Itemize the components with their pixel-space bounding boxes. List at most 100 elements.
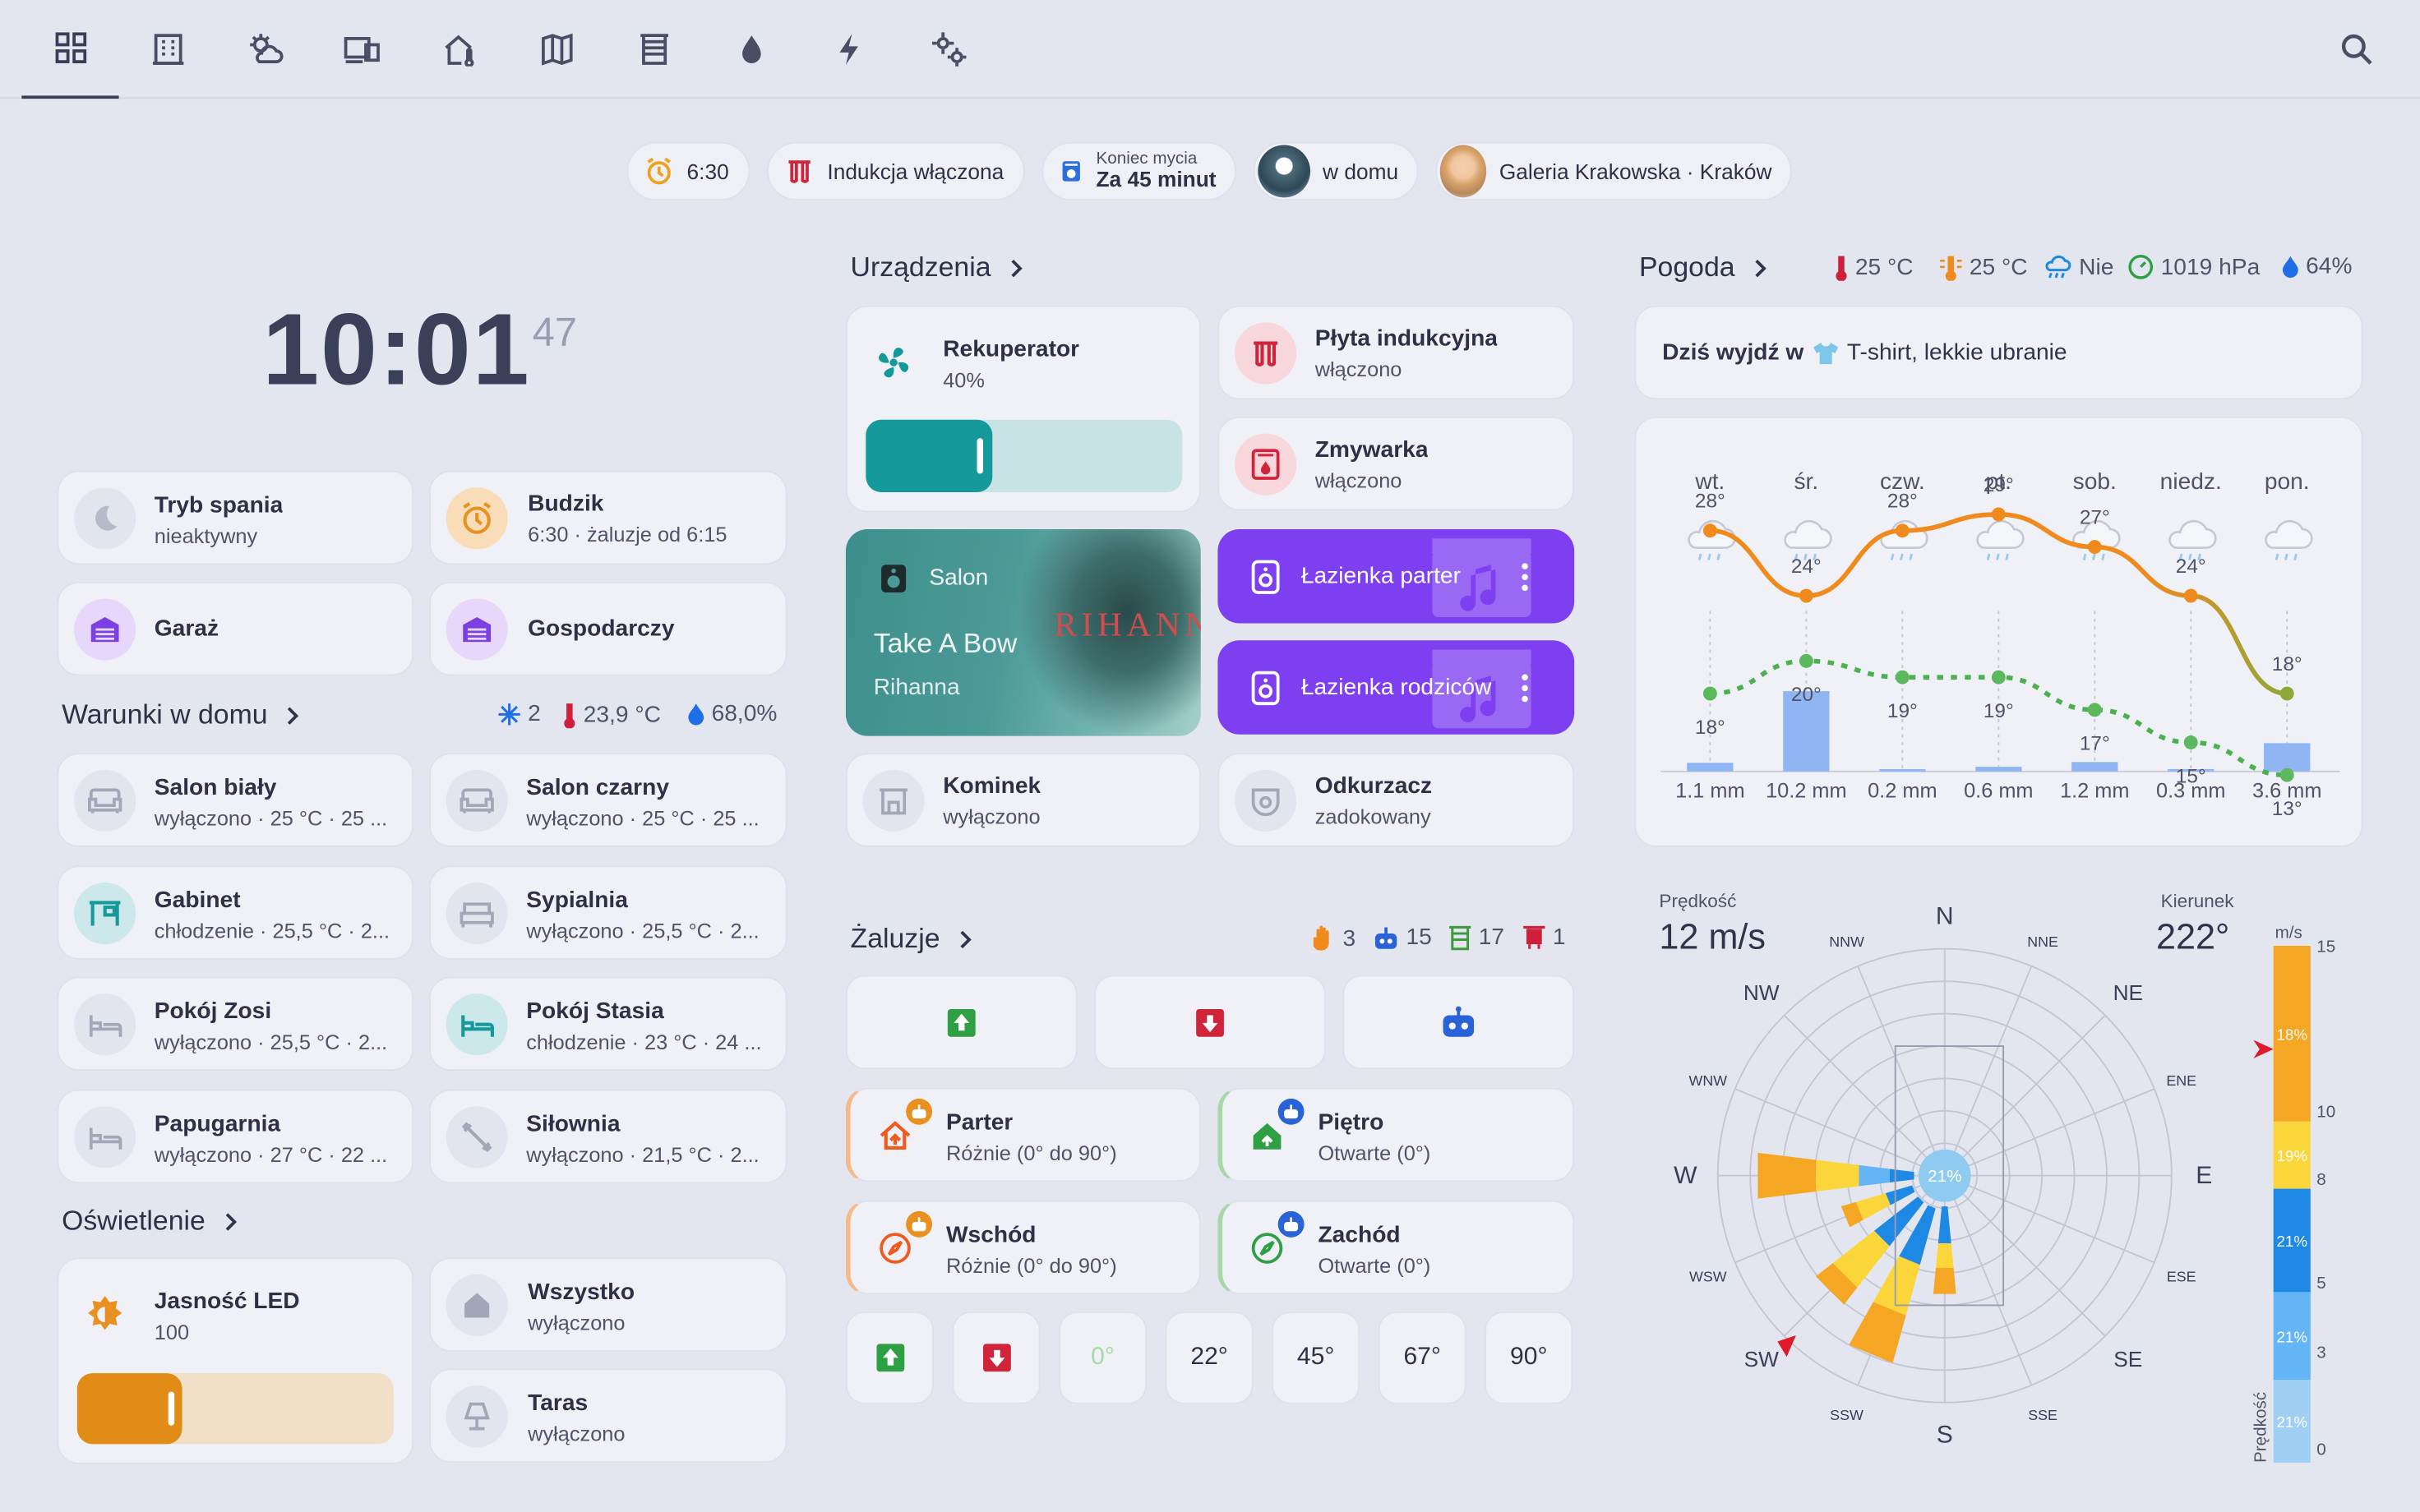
induction-status: włączono <box>1314 357 1402 381</box>
media-track: Take A Bow <box>873 628 1018 659</box>
wash-chip-value: Za 45 minut <box>1096 167 1217 192</box>
utility-room-tile[interactable]: Gospodarczy <box>428 581 787 676</box>
lighting-title: Oświetlenie <box>62 1205 206 1236</box>
blind-group-tile[interactable]: Parter Różnie (0° do 90°) <box>845 1087 1201 1182</box>
snowflake-icon <box>498 703 520 725</box>
led-value: 100 <box>154 1321 190 1344</box>
settings-tab[interactable] <box>900 0 997 99</box>
induction-tile[interactable]: Płyta indukcyjna włączono <box>1217 305 1575 400</box>
alarm-chip[interactable]: 6:30 <box>626 141 750 201</box>
blinds-auto-button[interactable] <box>1342 975 1575 1070</box>
sleep-mode-title: Tryb spania <box>154 491 284 519</box>
vacuum-tile[interactable]: Odkurzacz zadokowany <box>1217 753 1575 847</box>
blinds-tab[interactable] <box>605 0 702 99</box>
blind-group-tile[interactable]: Zachód Otwarte (0°) <box>1217 1199 1575 1294</box>
search-button[interactable] <box>2307 0 2404 99</box>
sleep-mode-tile[interactable]: Tryb spania nieaktywny <box>57 470 414 565</box>
speed-scale-percent: 19% <box>2276 1147 2307 1164</box>
blinds-up-all-button[interactable] <box>845 975 1078 1070</box>
blinds-down-all-button[interactable] <box>1094 975 1326 1070</box>
map-tab[interactable] <box>508 0 605 99</box>
led-brightness-slider[interactable] <box>76 1373 394 1445</box>
blind-angle-button[interactable]: 0° <box>1059 1311 1148 1404</box>
energy-tab[interactable] <box>800 0 897 99</box>
wind-petal <box>1859 1164 1890 1187</box>
more-vertical-icon[interactable] <box>1520 673 1529 704</box>
terrace-light-tile[interactable]: Taras wyłączono <box>428 1368 787 1463</box>
room-tile[interactable]: Papugarnia wyłączono · 27 °C · 22 ... <box>57 1088 414 1183</box>
alarm-clock-icon <box>647 157 671 185</box>
map-icon <box>541 33 572 66</box>
dishwasher-chip[interactable]: Koniec mycia Za 45 minut <box>1041 141 1236 201</box>
direction-label: SE <box>2113 1347 2142 1371</box>
room-tile[interactable]: Pokój Stasia chłodzenie · 23 °C · 24 ... <box>428 976 787 1072</box>
room-tile[interactable]: Pokój Zosi wyłączono · 25,5 °C · 2... <box>57 976 414 1072</box>
garage-tile[interactable]: Garaż <box>57 581 414 676</box>
blinds-up-button[interactable] <box>845 1311 934 1404</box>
speed-scale-unit: m/s <box>2275 924 2302 943</box>
room-tile[interactable]: Gabinet chłodzenie · 25,5 °C · 2... <box>57 864 414 959</box>
direction-label: NE <box>2113 980 2144 1005</box>
arrow-down-box-icon <box>1196 1008 1224 1036</box>
speaker-bathroom-ground-tile[interactable]: Łazienka parter <box>1217 529 1575 624</box>
ac-count: 2 <box>528 700 541 727</box>
home-temp: 23,9 °C <box>583 701 661 728</box>
precipitation-bar <box>1975 767 2022 772</box>
blind-group-title: Wschód <box>945 1221 1037 1248</box>
day-label: pon. <box>2265 468 2310 494</box>
blind-angle-button[interactable]: 22° <box>1165 1311 1254 1404</box>
forecast-card: wt. 1.1 mm śr. 10.2 mm czw. 0.2 mm pt. 0.6 mm so… <box>1634 416 2363 847</box>
more-vertical-icon[interactable] <box>1520 561 1529 592</box>
led-slider-handle[interactable] <box>167 1391 174 1426</box>
induction-chip[interactable]: Indukcja włączona <box>767 141 1025 201</box>
dashboard-tab[interactable] <box>21 0 119 99</box>
speaker-icon <box>1251 560 1280 594</box>
blinds-header[interactable]: Żaluzje <box>851 923 981 955</box>
high-temp-point <box>1895 523 1910 538</box>
room-tile[interactable]: Sypialnia wyłączono · 25,5 °C · 2... <box>428 864 787 959</box>
blind-angle-button[interactable]: 67° <box>1378 1311 1466 1404</box>
fireplace-tile[interactable]: Kominek wyłączono <box>845 753 1201 847</box>
room-tile[interactable]: Salon biały wyłączono · 25 °C · 25 ... <box>57 753 414 847</box>
building-tab[interactable] <box>119 0 216 99</box>
room-tile[interactable]: Salon czarny wyłączono · 25 °C · 25 ... <box>428 753 787 847</box>
recuperator-slider-handle[interactable] <box>977 438 984 474</box>
conditions-header[interactable]: Warunki w domu <box>62 699 307 731</box>
person1-chip[interactable]: w domu <box>1253 141 1419 201</box>
recuperator-slider-fill <box>866 419 993 492</box>
weather-temp-stat: 25 °C <box>1834 253 1914 281</box>
devices-header[interactable]: Urządzenia <box>851 251 1032 284</box>
dishwasher-tile[interactable]: Zmywarka włączono <box>1217 416 1575 511</box>
direction-label: WSW <box>1689 1268 1727 1284</box>
media-player-tile[interactable]: RIHANNA Salon Take A Bow Rihanna <box>845 529 1201 736</box>
alarm-tile[interactable]: Budzik 6:30 · żaluzje od 6:15 <box>428 470 787 565</box>
weather-pressure: 1019 hPa <box>2160 253 2261 280</box>
water-tab[interactable] <box>702 0 799 99</box>
led-brightness-tile[interactable]: Jasność LED 100 <box>57 1257 414 1464</box>
recuperator-slider[interactable] <box>866 419 1183 492</box>
room-tile[interactable]: Siłownia wyłączono · 21,5 °C · 2... <box>428 1088 787 1183</box>
direction-label: N <box>1936 903 1954 930</box>
recuperator-tile[interactable]: Rekuperator 40% <box>845 305 1201 513</box>
blind-angle-button[interactable]: 45° <box>1272 1311 1360 1404</box>
speaker-bathroom-parents-tile[interactable]: Łazienka rodziców <box>1217 640 1575 735</box>
bed-icon <box>446 882 508 944</box>
precipitation-label: 1.1 mm <box>1675 780 1744 803</box>
home-climate-tab[interactable] <box>410 0 507 99</box>
blinds-down-button[interactable] <box>952 1311 1041 1404</box>
blind-group-tile[interactable]: Piętro Otwarte (0°) <box>1217 1087 1575 1182</box>
room-status: wyłączono · 25,5 °C · 2... <box>526 919 760 943</box>
low-temp-point <box>2183 735 2198 749</box>
blind-group-tile[interactable]: Wschód Różnie (0° do 90°) <box>845 1199 1201 1294</box>
blind-angle-button[interactable]: 90° <box>1485 1311 1573 1404</box>
chevron-right-icon <box>1011 259 1023 277</box>
low-temp-label: 20° <box>1791 684 1822 706</box>
home-thermometer-icon <box>444 35 473 67</box>
devices-tab[interactable] <box>313 0 410 99</box>
weather-header[interactable]: Pogoda <box>1639 251 1775 284</box>
low-temp-point <box>1702 686 1717 701</box>
person2-chip[interactable]: Galeria Krakowska · Kraków <box>1435 141 1792 201</box>
weather-tab[interactable] <box>216 0 313 99</box>
lighting-header[interactable]: Oświetlenie <box>62 1205 246 1237</box>
all-lights-tile[interactable]: Wszystko wyłączono <box>428 1257 787 1352</box>
